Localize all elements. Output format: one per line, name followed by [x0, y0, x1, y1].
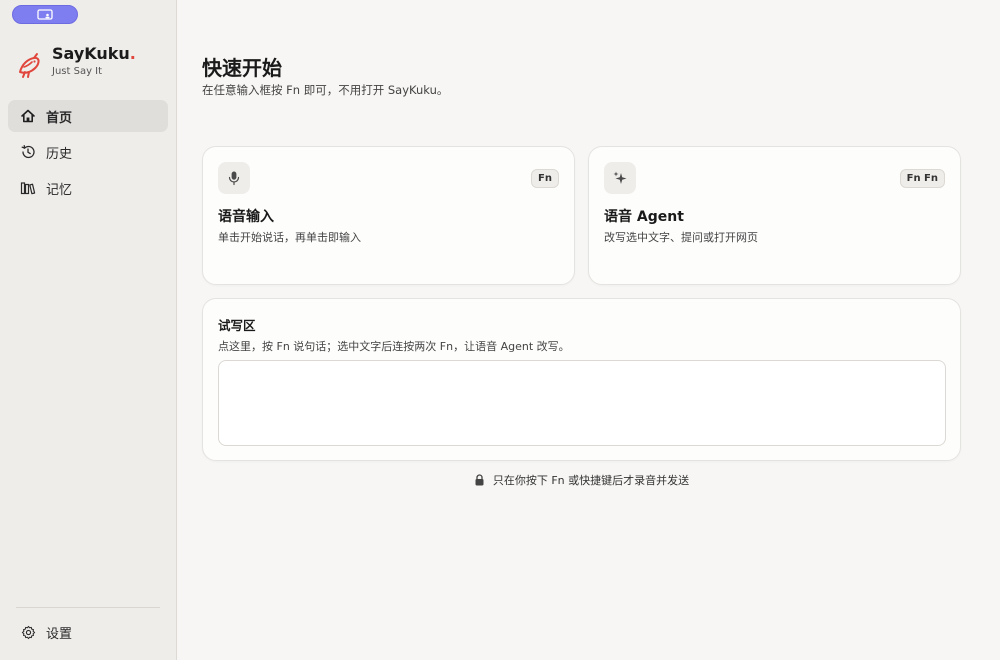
history-icon: [21, 144, 35, 159]
shortcut-badge: Fn: [531, 169, 559, 188]
brand-tagline: Just Say It: [52, 66, 103, 77]
sidebar-item-label: 记忆: [46, 182, 73, 198]
gear-icon: [21, 625, 36, 639]
settings-button[interactable]: 设置: [8, 618, 168, 646]
try-area-input[interactable]: [218, 360, 946, 446]
sidebar-nav: 首页 历史 记忆: [8, 100, 168, 208]
card-title: 语音 Agent: [604, 209, 684, 225]
page-subtitle: 在任意输入框按 Fn 即可，不用打开 SayKuku。: [202, 83, 449, 97]
brand-name: SayKuku.: [52, 44, 136, 63]
bird-logo-icon: [19, 53, 40, 78]
library-icon: [20, 182, 36, 195]
sidebar-item-label: 首页: [46, 110, 73, 126]
sidebar-item-memory[interactable]: 记忆: [8, 172, 168, 204]
voice-agent-card[interactable]: Fn Fn 语音 Agent 改写选中文字、提问或打开网页: [588, 146, 961, 285]
window-pill-button[interactable]: [12, 5, 78, 24]
privacy-note: 只在你按下 Fn 或快捷键后才录音并发送: [202, 472, 961, 488]
sidebar-item-label: 历史: [46, 146, 73, 162]
try-area-card: 试写区 点这里，按 Fn 说句话；选中文字后连按两次 Fn，让语音 Agent …: [202, 298, 961, 461]
sparkle-icon: [613, 171, 627, 184]
sidebar-item-history[interactable]: 历史: [8, 136, 168, 168]
microphone-icon: [228, 171, 240, 186]
card-description: 改写选中文字、提问或打开网页: [604, 231, 758, 244]
sidebar-item-home[interactable]: 首页: [8, 100, 168, 132]
try-area-title: 试写区: [218, 318, 256, 333]
settings-label: 设置: [46, 626, 73, 642]
privacy-note-text: 只在你按下 Fn 或快捷键后才录音并发送: [492, 474, 690, 487]
app-window: SayKuku. Just Say It 首页 历史 记忆 设置 快速开始 在任…: [0, 0, 1000, 660]
shortcut-badge: Fn Fn: [899, 169, 945, 188]
try-area-description: 点这里，按 Fn 说句话；选中文字后连按两次 Fn，让语音 Agent 改写。: [218, 340, 570, 353]
card-description: 单击开始说话，再单击即输入: [218, 231, 361, 244]
home-icon: [21, 109, 35, 123]
card-title: 语音输入: [218, 209, 274, 225]
main-content: 快速开始 在任意输入框按 Fn 即可，不用打开 SayKuku。 Fn 语音输入…: [177, 0, 1000, 660]
brand-dot: .: [129, 44, 136, 63]
lock-icon: [475, 474, 484, 486]
voice-input-card[interactable]: Fn 语音输入 单击开始说话，再单击即输入: [202, 146, 575, 285]
display-icon: [37, 9, 53, 20]
page-title: 快速开始: [202, 56, 282, 80]
sidebar-divider: [16, 607, 160, 608]
brand: SayKuku. Just Say It: [16, 44, 136, 80]
sidebar: SayKuku. Just Say It 首页 历史 记忆 设置: [0, 0, 177, 660]
